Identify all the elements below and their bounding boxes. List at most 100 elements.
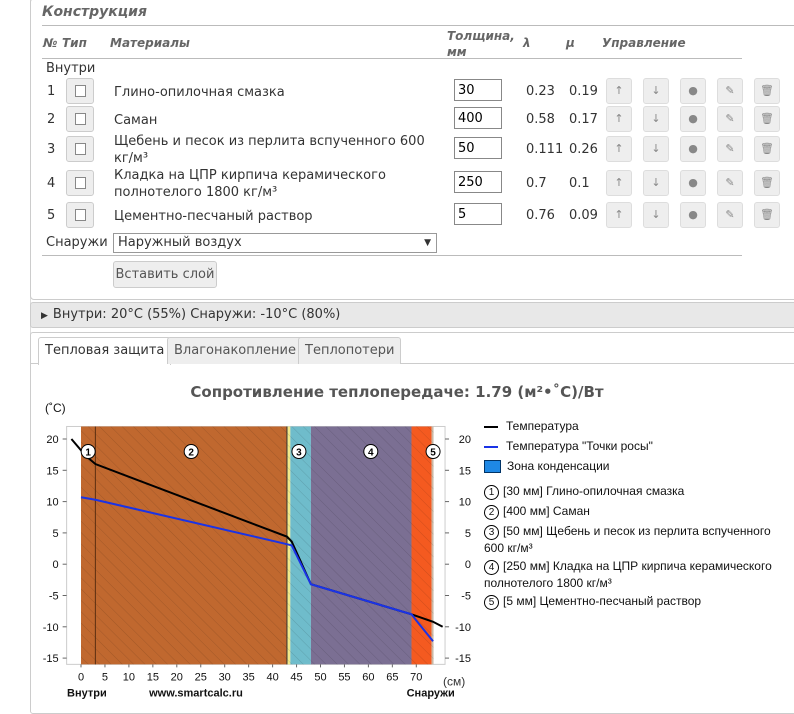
layer-marker-label: 3 bbox=[296, 448, 302, 459]
layer-marker-label: 5 bbox=[430, 448, 436, 459]
thickness-input[interactable] bbox=[454, 171, 502, 193]
arrow-down-icon: ↓ bbox=[651, 176, 661, 189]
trash-icon: 🗑 bbox=[760, 142, 774, 155]
legend-layer-4: 4 [250 мм] Кладка на ЦПР кирпича керамиче… bbox=[484, 558, 784, 592]
y-tick-label-right: 20 bbox=[459, 434, 471, 446]
layer-type-button[interactable] bbox=[66, 106, 94, 132]
edit-button[interactable]: ✎ bbox=[717, 78, 743, 104]
layer-type-button[interactable] bbox=[66, 136, 94, 162]
legend-label: [30 мм] Глино-опилочная смазка bbox=[503, 484, 685, 498]
x-tick-label: 70 bbox=[410, 671, 422, 683]
tab-thermal-protection[interactable]: Тепловая защита bbox=[38, 337, 172, 365]
layer-type-button[interactable] bbox=[66, 170, 94, 196]
layer-type-button[interactable] bbox=[66, 78, 94, 104]
edit-button[interactable]: ✎ bbox=[717, 202, 743, 228]
y-tick-label-right: 15 bbox=[459, 465, 471, 477]
dot-button[interactable]: ● bbox=[680, 202, 706, 228]
trash-button[interactable]: 🗑 bbox=[754, 202, 780, 228]
edit-button[interactable]: ✎ bbox=[717, 106, 743, 132]
dot-button[interactable]: ● bbox=[680, 106, 706, 132]
y-axis-label: (˚C) bbox=[45, 401, 66, 415]
outside-select-value: Наружный воздух bbox=[118, 235, 242, 250]
layer-marker-label: 1 bbox=[85, 448, 91, 459]
section-title: Конструкция bbox=[42, 4, 147, 20]
chevron-down-icon: ▼ bbox=[424, 238, 431, 248]
layer-marker-label: 4 bbox=[368, 448, 374, 459]
y-tick-label-left: -15 bbox=[43, 653, 59, 665]
edit-button[interactable]: ✎ bbox=[717, 170, 743, 196]
layer-type-button[interactable] bbox=[66, 202, 94, 228]
legend-label: Температура "Точки росы" bbox=[506, 439, 653, 453]
legend-label: [5 мм] Цементно-песчаный раствор bbox=[503, 594, 702, 608]
legend-layer-1: 1 [30 мм] Глино-опилочная смазка bbox=[484, 483, 784, 500]
arrow-up-button[interactable]: ↑ bbox=[606, 78, 632, 104]
x-tick-label: 65 bbox=[386, 671, 398, 683]
dot-icon: ● bbox=[688, 208, 698, 221]
layer-hatch bbox=[310, 426, 412, 665]
arrow-down-button[interactable]: ↓ bbox=[643, 106, 669, 132]
layer-number-icon: 4 bbox=[484, 560, 499, 575]
layer-material: Цементно-песчаный раствор bbox=[114, 209, 313, 224]
watermark: www.smartcalc.ru bbox=[148, 687, 243, 699]
thickness-input[interactable] bbox=[454, 137, 502, 159]
thickness-input[interactable] bbox=[454, 203, 502, 225]
trash-button[interactable]: 🗑 bbox=[754, 170, 780, 196]
y-tick-label-left: 10 bbox=[46, 497, 58, 509]
y-tick-label-right: -10 bbox=[455, 622, 471, 634]
x-axis-label: (см) bbox=[443, 674, 465, 688]
dot-button[interactable]: ● bbox=[680, 136, 706, 162]
arrow-up-button[interactable]: ↑ bbox=[606, 202, 632, 228]
conditions-text: Внутри: 20°C (55%) Снаружи: -10°C (80%) bbox=[52, 307, 341, 322]
y-tick-label-left: 5 bbox=[53, 528, 59, 540]
arrow-down-button[interactable]: ↓ bbox=[643, 78, 669, 104]
layer-mu: 0.19 bbox=[569, 84, 598, 99]
layer-row: 4 Кладка на ЦПР кирпича керамического по… bbox=[42, 168, 782, 200]
temperature-chart: 20 2015 1510 105 50 0-5 -5-10 -10-15 -150 5 10 15 20… bbox=[43, 401, 471, 699]
edit-icon: ✎ bbox=[725, 142, 735, 155]
arrow-up-icon: ↑ bbox=[614, 208, 624, 221]
tab-heat-loss[interactable]: Теплопотери bbox=[298, 337, 402, 364]
legend-line-black bbox=[484, 425, 498, 428]
arrow-up-icon: ↑ bbox=[614, 112, 624, 125]
arrow-down-button[interactable]: ↓ bbox=[643, 136, 669, 162]
dot-button[interactable]: ● bbox=[680, 170, 706, 196]
arrow-up-icon: ↑ bbox=[614, 176, 624, 189]
legend-line-blue bbox=[484, 445, 498, 448]
arrow-up-button[interactable]: ↑ bbox=[606, 106, 632, 132]
insert-layer-button[interactable]: Вставить слой bbox=[113, 261, 217, 288]
layer-marker-label: 2 bbox=[188, 448, 194, 459]
dot-button[interactable]: ● bbox=[680, 78, 706, 104]
arrow-up-button[interactable]: ↑ bbox=[606, 170, 632, 196]
thickness-input[interactable] bbox=[454, 79, 502, 101]
arrow-down-button[interactable]: ↓ bbox=[643, 202, 669, 228]
edit-button[interactable]: ✎ bbox=[717, 136, 743, 162]
trash-button[interactable]: 🗑 bbox=[754, 106, 780, 132]
trash-button[interactable]: 🗑 bbox=[754, 136, 780, 162]
header-materials: Материалы bbox=[110, 36, 190, 50]
arrow-up-button[interactable]: ↑ bbox=[606, 136, 632, 162]
x-tick-label: 30 bbox=[219, 671, 231, 683]
legend-temperature: Температура bbox=[484, 418, 784, 435]
layer-number: 3 bbox=[47, 142, 56, 157]
layer-number: 2 bbox=[47, 112, 56, 127]
layer-lambda: 0.76 bbox=[526, 208, 555, 223]
arrow-down-icon: ↓ bbox=[651, 84, 661, 97]
tab-moisture[interactable]: Влагонакопление bbox=[167, 337, 304, 364]
thickness-input[interactable] bbox=[454, 107, 502, 129]
outside-select[interactable]: Наружный воздух ▼ bbox=[113, 233, 437, 253]
outside-label: Снаружи bbox=[46, 235, 108, 250]
x-tick-label: 50 bbox=[314, 671, 326, 683]
y-tick-label-left: 15 bbox=[46, 465, 58, 477]
divider bbox=[42, 25, 794, 26]
edit-icon: ✎ bbox=[725, 176, 735, 189]
x-tick-label: 40 bbox=[266, 671, 278, 683]
layer-row: 3 Щебень и песок из перлита вспученного … bbox=[42, 134, 782, 166]
dot-icon: ● bbox=[688, 112, 698, 125]
divider bbox=[42, 58, 742, 59]
trash-button[interactable]: 🗑 bbox=[754, 78, 780, 104]
layer-row: 5 Цементно-песчаный раствор 0.76 0.09 ↑ ↓ ●… bbox=[42, 202, 782, 230]
conditions-accordion[interactable]: ▶ Внутри: 20°C (55%) Снаружи: -10°C (80%) bbox=[30, 302, 794, 328]
arrow-up-icon: ↑ bbox=[614, 142, 624, 155]
layer-mu: 0.26 bbox=[569, 142, 598, 157]
arrow-down-button[interactable]: ↓ bbox=[643, 170, 669, 196]
